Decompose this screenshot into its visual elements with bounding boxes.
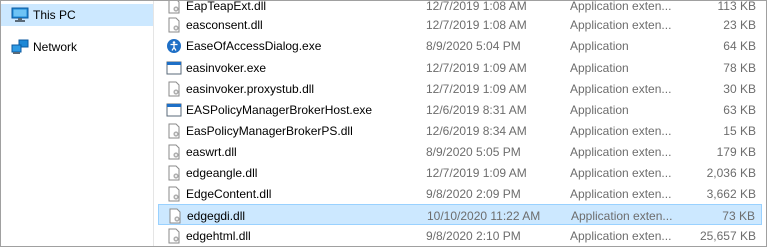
file-date: 12/7/2019 1:09 AM	[426, 61, 527, 75]
navigation-pane: This PC Network	[1, 1, 153, 246]
file-type: Application exten...	[570, 145, 672, 159]
file-size: 3,662 KB	[706, 187, 756, 201]
file-size: 23 KB	[723, 18, 756, 32]
file-size: 78 KB	[723, 61, 756, 75]
file-name: easinvoker.exe	[186, 61, 267, 75]
file-date: 12/7/2019 1:09 AM	[426, 82, 527, 96]
file-size: 2,036 KB	[706, 166, 756, 180]
file-size: 64 KB	[723, 39, 756, 53]
nav-item-label: This PC	[33, 8, 76, 22]
file-date: 8/9/2020 5:04 PM	[426, 39, 521, 53]
file-size: 113 KB	[717, 1, 756, 13]
file-row[interactable]: easinvoker.proxystub.dll 12/7/2019 1:09 …	[158, 78, 762, 99]
dll-file-icon	[167, 208, 183, 224]
file-type: Application exten...	[570, 1, 672, 13]
file-type: Application	[570, 39, 629, 53]
file-date: 8/9/2020 5:05 PM	[426, 145, 521, 159]
file-size: 25,657 KB	[699, 229, 756, 243]
exe-window-icon	[166, 60, 182, 76]
network-icon	[11, 39, 29, 55]
dll-file-icon	[166, 186, 182, 202]
file-type: Application exten...	[570, 229, 672, 243]
file-name: easwrt.dll	[186, 145, 237, 159]
file-date: 12/7/2019 1:08 AM	[426, 1, 527, 13]
dll-file-icon	[166, 165, 182, 181]
file-type: Application exten...	[570, 166, 672, 180]
file-explorer-window: This PC Network EapTeapExt.dll 12/7/2019…	[0, 0, 767, 247]
file-row[interactable]: easwrt.dll 8/9/2020 5:05 PM Application …	[158, 141, 762, 162]
file-size: 15 KB	[723, 124, 756, 138]
file-row[interactable]: EASPolicyManagerBrokerHost.exe 12/6/2019…	[158, 99, 762, 120]
file-date: 12/6/2019 8:31 AM	[426, 103, 527, 117]
file-type: Application exten...	[571, 209, 673, 223]
file-date: 12/6/2019 8:34 AM	[426, 124, 527, 138]
file-type: Application	[570, 61, 629, 75]
file-name: easconsent.dll	[186, 18, 263, 32]
file-type: Application exten...	[570, 124, 672, 138]
file-date: 12/7/2019 1:08 AM	[426, 18, 527, 32]
dll-file-icon	[166, 123, 182, 139]
file-row-selected[interactable]: edgegdi.dll 10/10/2020 11:22 AM Applicat…	[158, 204, 762, 225]
file-date: 10/10/2020 11:22 AM	[427, 209, 541, 223]
file-name: EapTeapExt.dll	[186, 1, 267, 13]
file-type: Application exten...	[570, 82, 672, 96]
file-size: 30 KB	[723, 82, 756, 96]
dll-file-icon	[166, 1, 182, 14]
file-row[interactable]: EdgeContent.dll 9/8/2020 2:09 PM Applica…	[158, 183, 762, 204]
file-name: edgehtml.dll	[186, 229, 251, 243]
nav-item-network[interactable]: Network	[1, 36, 153, 58]
file-name: edgeangle.dll	[186, 166, 258, 180]
file-date: 12/7/2019 1:09 AM	[426, 166, 527, 180]
nav-item-label: Network	[33, 40, 78, 54]
file-name: EasPolicyManagerBrokerPS.dll	[186, 124, 353, 138]
file-name: edgegdi.dll	[187, 209, 246, 223]
file-name: easinvoker.proxystub.dll	[186, 82, 315, 96]
file-size: 73 KB	[722, 209, 755, 223]
ease-of-access-icon	[166, 38, 182, 54]
file-size: 179 KB	[716, 145, 756, 159]
this-pc-icon	[11, 7, 29, 23]
file-name: EASPolicyManagerBrokerHost.exe	[186, 103, 373, 117]
dll-file-icon	[166, 81, 182, 97]
file-size: 63 KB	[723, 103, 756, 117]
file-row[interactable]: easinvoker.exe 12/7/2019 1:09 AM Applica…	[158, 57, 762, 78]
dll-file-icon	[166, 17, 182, 33]
file-date: 9/8/2020 2:10 PM	[426, 229, 521, 243]
file-type: Application	[570, 103, 629, 117]
file-row[interactable]: EaseOfAccessDialog.exe 8/9/2020 5:04 PM …	[158, 35, 762, 56]
file-type: Application exten...	[570, 18, 672, 32]
file-row[interactable]: EasPolicyManagerBrokerPS.dll 12/6/2019 8…	[158, 120, 762, 141]
file-name: EdgeContent.dll	[186, 187, 272, 201]
file-list: EapTeapExt.dll 12/7/2019 1:08 AM Applica…	[154, 1, 766, 246]
dll-file-icon	[166, 228, 182, 244]
file-row[interactable]: edgeangle.dll 12/7/2019 1:09 AM Applicat…	[158, 162, 762, 183]
exe-window-icon	[166, 102, 182, 118]
nav-item-this-pc[interactable]: This PC	[1, 4, 153, 26]
file-type: Application exten...	[570, 187, 672, 201]
dll-file-icon	[166, 144, 182, 160]
file-row[interactable]: easconsent.dll 12/7/2019 1:08 AM Applica…	[158, 14, 762, 35]
file-name: EaseOfAccessDialog.exe	[186, 39, 322, 53]
file-row[interactable]: edgehtml.dll 9/8/2020 2:10 PM Applicatio…	[158, 225, 762, 246]
file-date: 9/8/2020 2:09 PM	[426, 187, 521, 201]
